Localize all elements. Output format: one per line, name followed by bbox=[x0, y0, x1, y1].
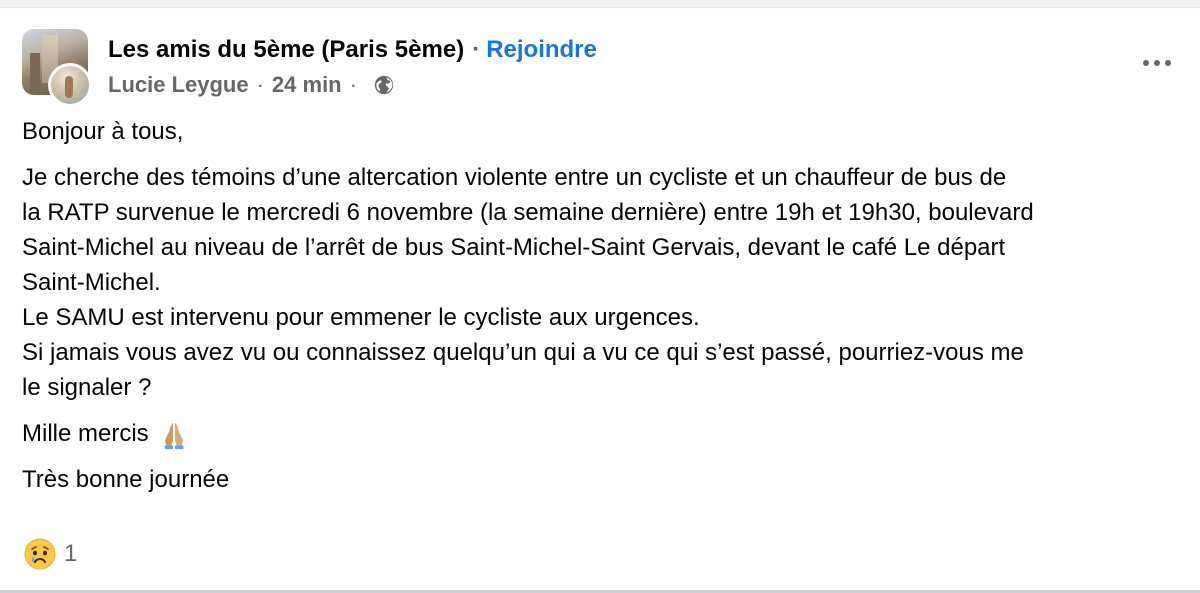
post-timestamp-link[interactable]: 24 min bbox=[272, 72, 342, 98]
post-line: Si jamais vous avez vu ou connaissez que… bbox=[22, 339, 1024, 366]
group-name-link[interactable]: Les amis du 5ème (Paris 5ème) bbox=[108, 36, 464, 63]
feed-divider bbox=[0, 0, 1200, 8]
author-avatar[interactable] bbox=[48, 63, 92, 107]
join-group-button[interactable]: Rejoindre bbox=[486, 36, 597, 63]
separator-dot: · bbox=[256, 72, 264, 97]
post-line: le signaler ? bbox=[22, 374, 152, 401]
separator-dot: · bbox=[472, 36, 481, 63]
folded-hands-icon bbox=[164, 422, 184, 449]
post-line: Le SAMU est intervenu pour emmener le cy… bbox=[22, 304, 700, 331]
post-line: Saint-Michel. bbox=[22, 269, 161, 296]
sad-face-icon bbox=[24, 538, 56, 570]
thanks-text: Mille mercis bbox=[22, 420, 149, 447]
post-body: Bonjour à tous, Je cherche des témoins d… bbox=[22, 114, 1182, 497]
more-dot bbox=[1143, 60, 1149, 66]
more-dot bbox=[1165, 60, 1171, 66]
post-thanks: Mille mercis bbox=[22, 416, 1182, 451]
post-line: la RATP survenue le mercredi 6 novembre … bbox=[22, 199, 1034, 226]
more-options-icon[interactable] bbox=[1140, 48, 1174, 78]
post-meta: Lucie Leygue · 24 min · bbox=[108, 72, 395, 98]
post-greeting: Bonjour à tous, bbox=[22, 118, 184, 145]
post-main-text: Je cherche des témoins d’une altercation… bbox=[22, 160, 1182, 405]
author-name-link[interactable]: Lucie Leygue bbox=[108, 72, 249, 98]
post-closing: Très bonne journée bbox=[22, 466, 230, 493]
avatar-figure bbox=[65, 76, 73, 98]
separator-dot: · bbox=[349, 72, 357, 97]
post-card: Les amis du 5ème (Paris 5ème) · Rejoindre … bbox=[0, 8, 1200, 593]
post-line: Je cherche des témoins d’une altercation… bbox=[22, 164, 1007, 191]
post-line: Saint-Michel au niveau de l’arrêt de bus… bbox=[22, 234, 1006, 261]
avatar-building bbox=[30, 53, 40, 93]
globe-icon[interactable] bbox=[373, 74, 395, 96]
reaction-count: 1 bbox=[64, 540, 78, 567]
reactions-summary[interactable]: 1 bbox=[24, 538, 77, 570]
more-dot bbox=[1154, 60, 1160, 66]
group-title-line: Les amis du 5ème (Paris 5ème) · Rejoindre bbox=[108, 36, 597, 64]
